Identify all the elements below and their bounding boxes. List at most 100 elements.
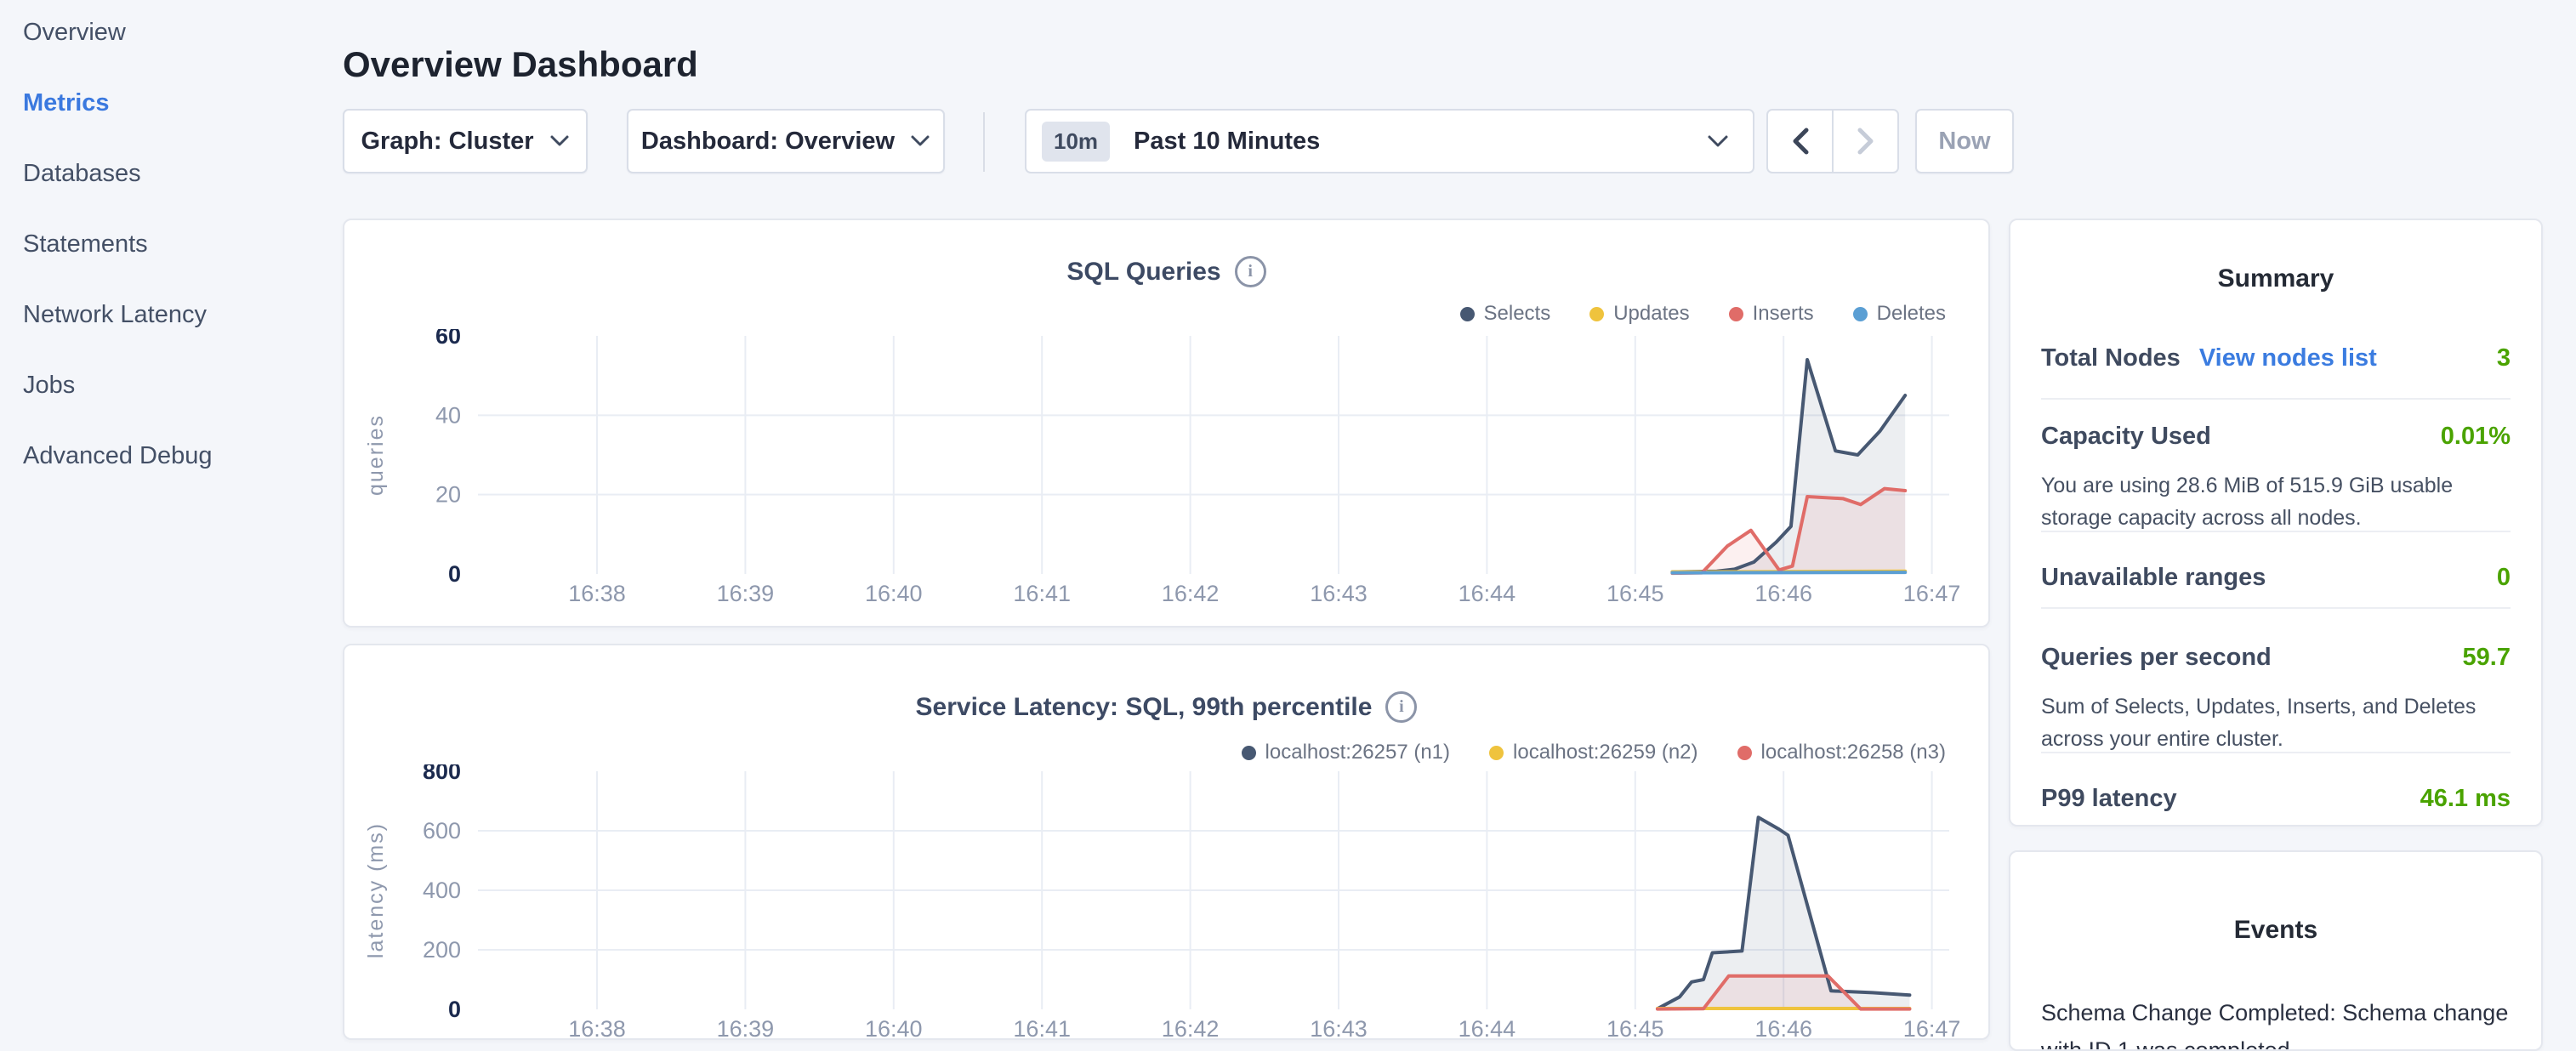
view-nodes-list-link[interactable]: View nodes list [2199,344,2377,372]
svg-text:600: 600 [423,818,461,844]
legend-item: localhost:26259 (n2) [1489,741,1697,764]
divider [2041,607,2511,609]
svg-text:16:38: 16:38 [568,1016,626,1040]
summary-row-capacity: Capacity Used 0.01% [2041,423,2511,451]
sql-queries-plot: 16:38 16:39 16:40 16:41 16:42 16:43 16:44 16:45… [344,329,1990,618]
events-title: Events [2010,916,2541,945]
legend-dot-icon [1489,746,1504,760]
chevron-down-icon [549,134,570,148]
chevron-left-icon [1791,128,1810,155]
db-console: Overview Metrics Databases Statements Ne… [0,0,2576,1051]
svg-text:400: 400 [423,878,461,903]
legend-dot-icon [1853,307,1868,321]
svg-text:16:42: 16:42 [1162,581,1220,606]
divider [2041,531,2511,532]
total-nodes-value: 3 [2497,344,2511,372]
dashboard-label: Dashboard: Overview [641,128,895,156]
p99-latency-label: P99 latency [2041,785,2177,813]
page-title: Overview Dashboard [343,44,698,85]
legend-label: localhost:26258 (n3) [1761,741,1946,764]
svg-text:16:40: 16:40 [865,581,923,606]
time-next-button[interactable] [1834,111,1897,172]
legend-dot-icon [1460,307,1475,321]
time-window-badge: 10m [1042,122,1110,162]
p99-latency-value: 46.1 ms [2420,785,2511,813]
svg-text:16:47: 16:47 [1903,1016,1961,1040]
svg-text:16:38: 16:38 [568,581,626,606]
legend-label: Updates [1613,302,1689,326]
svg-text:800: 800 [423,764,461,784]
svg-text:16:45: 16:45 [1606,1016,1664,1040]
svg-text:16:46: 16:46 [1754,1016,1812,1040]
graph-scope-label: Graph: Cluster [361,128,533,156]
now-button[interactable]: Now [1915,109,2014,173]
chevron-down-icon [910,134,930,148]
capacity-used-label: Capacity Used [2041,423,2211,451]
time-window-selector[interactable]: 10m Past 10 Minutes [1025,109,1754,173]
sidebar-item-databases[interactable]: Databases [23,160,141,188]
sidebar-item-metrics[interactable]: Metrics [23,89,110,117]
svg-text:16:39: 16:39 [717,581,775,606]
dashboard-dropdown[interactable]: Dashboard: Overview [627,109,945,173]
svg-text:16:45: 16:45 [1606,581,1664,606]
summary-row-p99: P99 latency 46.1 ms [2041,785,2511,813]
legend-item: Inserts [1729,302,1814,326]
svg-text:0: 0 [448,561,461,587]
svg-text:40: 40 [435,402,461,428]
svg-text:0: 0 [448,997,461,1022]
time-pager [1766,109,1899,173]
service-latency-plot: 16:3816:3916:4016:4116:4216:4316:4416:45… [344,764,1990,1040]
legend-label: Selects [1484,302,1551,326]
svg-text:latency (ms): latency (ms) [364,822,388,958]
sidebar-item-statements[interactable]: Statements [23,230,148,258]
summary-title: Summary [2010,264,2541,293]
sidebar-item-overview[interactable]: Overview [23,19,126,47]
qps-description: Sum of Selects, Updates, Inserts, and De… [2041,690,2511,755]
svg-text:16:44: 16:44 [1459,1016,1516,1040]
total-nodes-label: Total Nodes [2041,344,2181,372]
legend-label: Deletes [1877,302,1946,326]
info-icon[interactable]: i [1235,256,1266,287]
svg-text:queries: queries [364,414,388,496]
summary-row-total-nodes: Total Nodes View nodes list 3 [2041,344,2511,372]
svg-text:16:39: 16:39 [717,1016,775,1040]
service-latency-chart-card: Service Latency: SQL, 99th percentile i … [343,644,1990,1040]
chart-legend: Selects Updates Inserts Deletes [1460,302,1947,326]
sidebar-item-network-latency[interactable]: Network Latency [23,301,207,329]
svg-text:16:41: 16:41 [1013,581,1071,606]
graph-scope-dropdown[interactable]: Graph: Cluster [343,109,588,173]
svg-text:16:43: 16:43 [1310,581,1368,606]
toolbar-divider [983,112,985,172]
time-prev-button[interactable] [1768,111,1834,172]
sql-queries-chart-card: SQL Queries i Selects Updates Inserts Delet… [343,219,1990,628]
legend-label: Inserts [1753,302,1814,326]
svg-text:16:43: 16:43 [1310,1016,1368,1040]
queries-per-second-value: 59.7 [2463,644,2511,672]
sidebar-item-jobs[interactable]: Jobs [23,372,75,400]
summary-row-qps: Queries per second 59.7 [2041,644,2511,672]
legend-dot-icon [1737,746,1752,760]
chart-title-text: Service Latency: SQL, 99th percentile [916,693,1373,722]
legend-dot-icon [1589,307,1604,321]
info-icon[interactable]: i [1385,691,1417,723]
chart-title: SQL Queries i [344,256,1988,287]
event-message[interactable]: Schema Change Completed: Schema change w… [2041,994,2511,1051]
summary-row-unavailable-ranges: Unavailable ranges 0 [2041,564,2511,592]
sidebar-item-advanced-debug[interactable]: Advanced Debug [23,442,213,470]
chart-title: Service Latency: SQL, 99th percentile i [344,691,1988,723]
legend-item: Selects [1460,302,1551,326]
svg-text:16:44: 16:44 [1459,581,1516,606]
legend-dot-icon [1242,746,1256,760]
legend-label: localhost:26259 (n2) [1513,741,1697,764]
legend-item: localhost:26258 (n3) [1737,741,1946,764]
svg-text:16:41: 16:41 [1013,1016,1071,1040]
svg-text:16:42: 16:42 [1162,1016,1220,1040]
chart-legend: localhost:26257 (n1)localhost:26259 (n2)… [1242,741,1946,764]
legend-item: Deletes [1853,302,1946,326]
svg-text:60: 60 [435,329,461,349]
divider [2041,752,2511,753]
chevron-down-icon [1707,134,1729,149]
svg-text:20: 20 [435,482,461,508]
time-window-label: Past 10 Minutes [1134,128,1320,156]
chevron-right-icon [1857,128,1875,155]
